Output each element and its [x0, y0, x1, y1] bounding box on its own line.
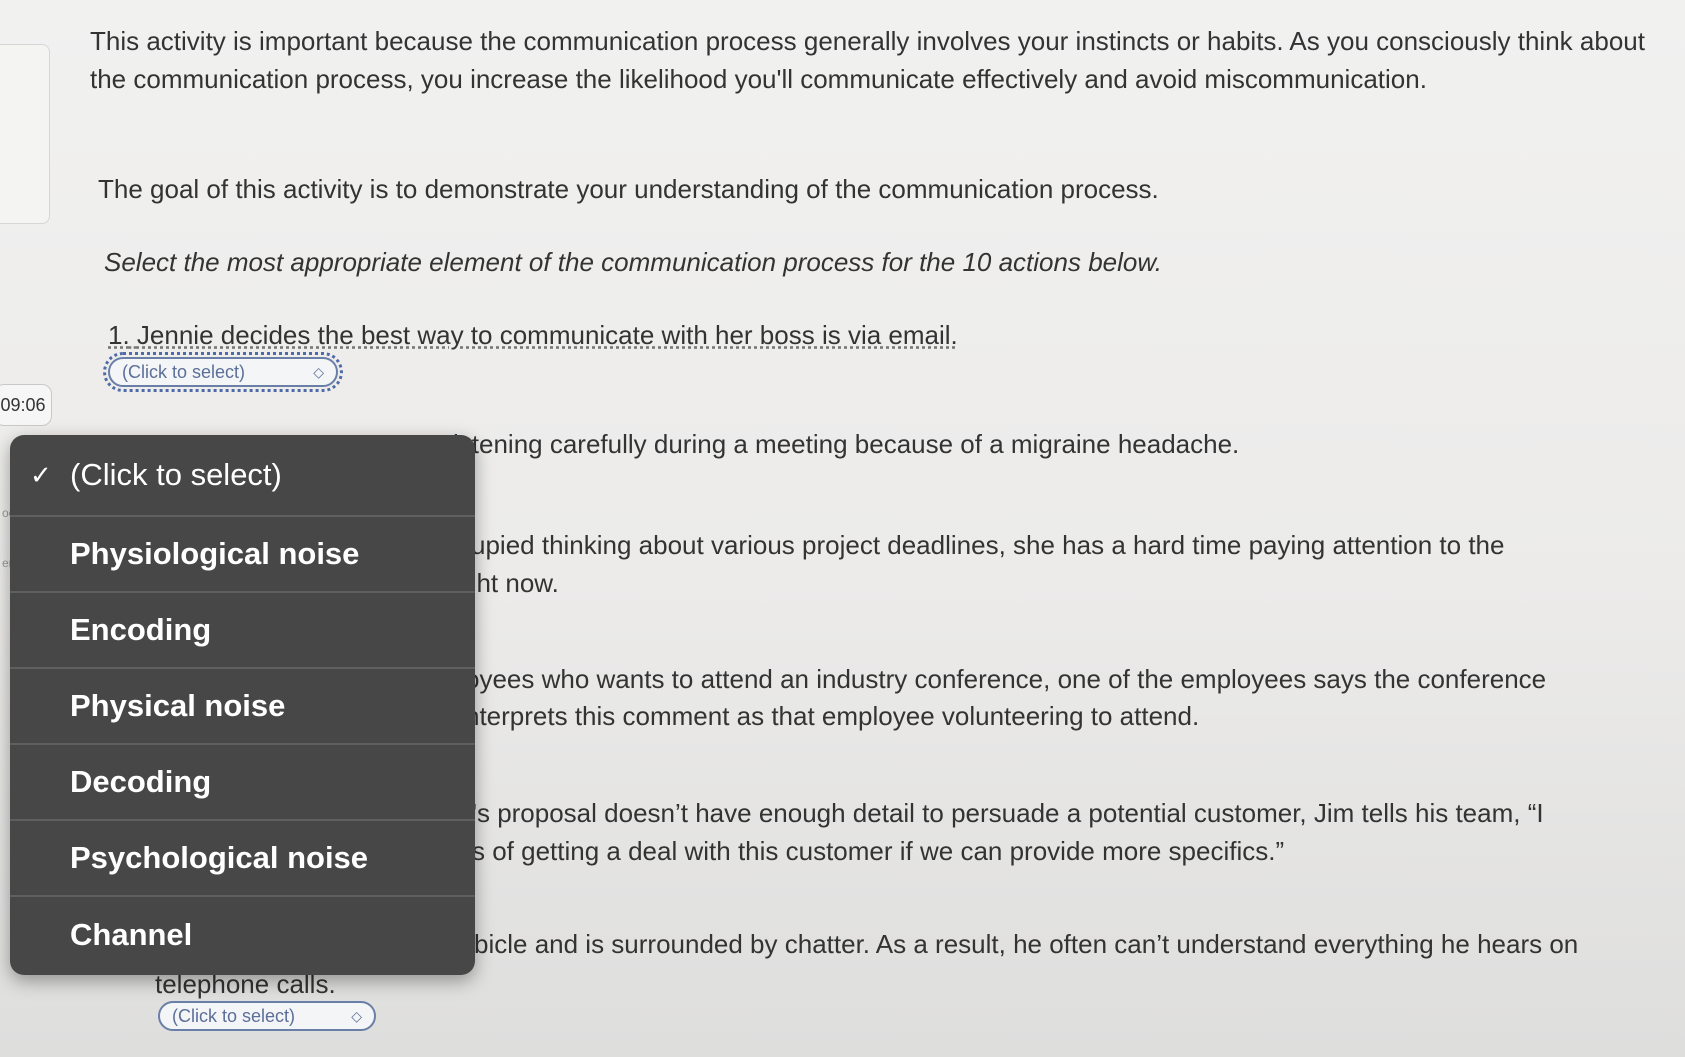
checkmark-icon: ✓	[30, 459, 52, 490]
timer-badge: 09:06	[0, 384, 52, 426]
select-label: (Click to select)	[172, 1005, 296, 1026]
question-number: 1.	[108, 320, 130, 350]
question-1-select[interactable]: (Click to select) ◇	[103, 352, 343, 392]
sidebar-card	[0, 44, 50, 224]
dropdown-option-encoding[interactable]: Encoding	[10, 593, 475, 669]
dropdown-option-physiological-noise[interactable]: Physiological noise	[10, 517, 475, 593]
dropdown-option-psychological-noise[interactable]: Psychological noise	[10, 821, 475, 897]
up-down-chevron-icon: ◇	[351, 1007, 362, 1024]
question-3-fragment-a: cupied thinking about various project de…	[458, 530, 1505, 560]
question-4-fragment-b: nterprets this comment as that employee …	[465, 701, 1200, 731]
dropdown-option-label: (Click to select)	[70, 457, 282, 492]
question-2-fragment: istening carefully during a meeting beca…	[453, 429, 1240, 459]
dropdown-option-decoding[interactable]: Decoding	[10, 745, 475, 821]
select-label: (Click to select)	[122, 361, 246, 382]
question-text: Jennie decides the best way to communica…	[136, 320, 958, 350]
intro-instruction: Select the most appropriate element of t…	[104, 247, 1162, 277]
question-4-fragment-a: oyees who wants to attend an industry co…	[465, 664, 1547, 694]
dropdown-option-channel[interactable]: Channel	[10, 897, 475, 973]
question-6-select[interactable]: (Click to select) ◇	[158, 1001, 376, 1031]
question-5-fragment-a: 's proposal doesn’t have enough detail t…	[472, 798, 1544, 828]
question-6-fragment-a: bicle and is surrounded by chatter. As a…	[474, 929, 1579, 959]
dropdown-option-click-to-select[interactable]: ✓ (Click to select)	[10, 435, 475, 517]
question-3-fragment-b: ght now.	[462, 568, 559, 598]
question-5-fragment-b: s of getting a deal with this customer i…	[472, 836, 1285, 866]
quiz-page: 09:06 oc er This activity is important b…	[0, 0, 1685, 1057]
dropdown-option-physical-noise[interactable]: Physical noise	[10, 669, 475, 745]
up-down-chevron-icon: ◇	[313, 363, 324, 380]
dropdown-menu: ✓ (Click to select) Physiological noise …	[10, 435, 475, 975]
intro-goal: The goal of this activity is to demonstr…	[98, 174, 1159, 204]
intro-importance: This activity is important because the c…	[90, 26, 1645, 94]
question-1: 1. Jennie decides the best way to commun…	[108, 316, 1408, 354]
